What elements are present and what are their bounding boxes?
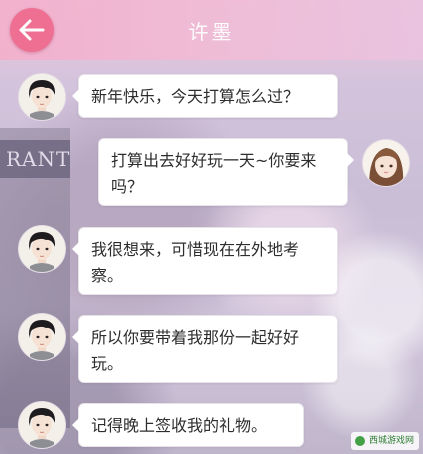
male-character-avatar[interactable]	[18, 313, 66, 361]
message-text: 记得晚上签收我的礼物。	[91, 416, 268, 435]
message-bubble: 我很想来，可惜现在在外地考察。	[72, 227, 338, 295]
message-bubble: 打算出去好好玩一天~你要来吗？	[98, 138, 354, 206]
message-text: 新年快乐，今天打算怎么过？	[91, 87, 300, 106]
message-text: 打算出去好好玩一天~你要来吗？	[111, 151, 317, 196]
message-text: 所以你要带着我那份一起好好玩。	[91, 328, 300, 373]
male-character-avatar[interactable]	[18, 401, 66, 449]
female-character-avatar[interactable]	[362, 139, 410, 187]
background-sign: RANT	[0, 140, 70, 178]
message-text: 我很想来，可惜现在在外地考察。	[91, 240, 300, 285]
watermark-text: 西城游戏网	[368, 436, 414, 446]
site-watermark: 西城游戏网	[350, 432, 419, 450]
male-character-avatar[interactable]	[18, 225, 66, 273]
message-bubble: 记得晚上签收我的礼物。	[72, 403, 304, 447]
male-character-avatar[interactable]	[18, 73, 66, 121]
watermark-logo-icon	[354, 436, 365, 446]
chat-title: 许墨	[188, 20, 235, 44]
message-bubble: 所以你要带着我那份一起好好玩。	[72, 315, 338, 383]
chat-header: 许墨	[0, 0, 423, 60]
message-bubble: 新年快乐，今天打算怎么过？	[72, 74, 338, 118]
